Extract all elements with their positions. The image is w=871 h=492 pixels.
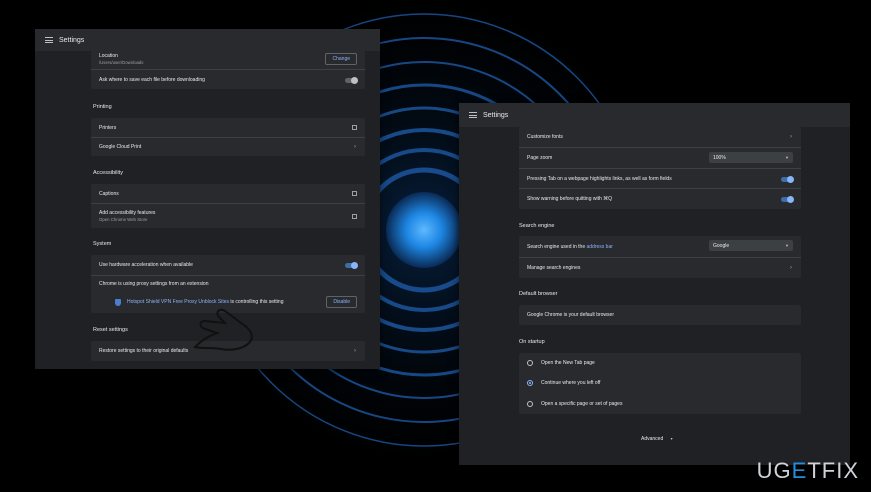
address-bar-link[interactable]: address bar (587, 244, 613, 250)
hw-accel-label: Use hardware acceleration when available (99, 262, 193, 268)
titlebar: Settings (35, 29, 380, 51)
search-engine-value: Google (713, 242, 730, 249)
system-heading: System (93, 241, 112, 247)
quit-warning-label: Show warning before quitting with ⌘Q (527, 196, 613, 202)
chevron-right-icon: › (790, 134, 792, 140)
search-engine-card: Search engine used in the address bar Go… (519, 236, 801, 278)
on-startup-heading: On startup (519, 339, 545, 345)
captions-row[interactable]: Captions (91, 184, 365, 203)
location-label: Location (99, 53, 118, 59)
disable-button[interactable]: Disable (326, 296, 357, 308)
proxy-row: Chrome is using proxy settings from an e… (91, 275, 365, 291)
location-row: Location /Users/user/Downloads Change (91, 49, 365, 69)
menu-icon[interactable] (469, 111, 477, 120)
on-startup-card: Open the New Tab page Continue where you… (519, 353, 801, 414)
cloud-print-label: Google Cloud Print (99, 144, 142, 150)
proxy-label: Chrome is using proxy settings from an e… (99, 280, 209, 287)
dropdown-arrow-icon: ▼ (785, 155, 789, 160)
window-title: Settings (59, 36, 85, 44)
customize-fonts-row[interactable]: Customize fonts › (519, 127, 801, 147)
default-browser-heading: Default browser (519, 291, 558, 297)
location-path: /Users/user/Downloads (99, 60, 144, 65)
reset-heading: Reset settings (93, 327, 128, 333)
radio-button[interactable] (527, 360, 533, 366)
search-engine-select[interactable]: Google ▼ (709, 240, 793, 251)
add-features-label: Add accessibility features (99, 210, 156, 216)
settings-window-right: Settings Customize fonts › Page zoom 100… (459, 103, 850, 465)
advanced-toggle[interactable]: Advanced ▾ (641, 436, 673, 442)
external-link-icon (352, 214, 357, 219)
startup-option-label: Open the New Tab page (541, 360, 595, 366)
manage-engines-label: Manage search engines (527, 265, 581, 271)
hw-accel-toggle[interactable] (345, 262, 358, 269)
radio-button-selected[interactable] (527, 380, 533, 386)
add-features-sub: Open Chrome Web Store (99, 217, 148, 222)
accessibility-card: Captions Add accessibility features Open… (91, 184, 365, 228)
add-features-row[interactable]: Add accessibility features Open Chrome W… (91, 203, 365, 228)
default-browser-status: Google Chrome is your default browser (527, 312, 614, 318)
default-browser-row: Google Chrome is your default browser (519, 305, 801, 325)
settings-window-left: Settings Location /Users/user/Downloads … (35, 29, 380, 369)
watermark-left: UG (756, 458, 792, 483)
dropdown-arrow-icon: ▼ (785, 243, 789, 248)
search-engine-row: Search engine used in the address bar Go… (519, 236, 801, 257)
manage-engines-row[interactable]: Manage search engines › (519, 257, 801, 278)
radio-button[interactable] (527, 400, 533, 407)
menu-icon[interactable] (45, 36, 53, 45)
titlebar: Settings (459, 103, 850, 127)
ask-save-label: Ask where to save each file before downl… (99, 76, 205, 83)
tab-highlight-label: Pressing Tab on a webpage highlights lin… (527, 175, 672, 182)
ask-save-row[interactable]: Ask where to save each file before downl… (91, 69, 365, 89)
printing-heading: Printing (93, 104, 112, 110)
cloud-print-row[interactable]: Google Cloud Print › (91, 137, 365, 156)
printers-label: Printers (99, 124, 117, 131)
window-title: Settings (483, 111, 509, 119)
startup-option-row[interactable]: Open a specific page or set of pages (519, 393, 801, 414)
page-zoom-value: 100% (713, 154, 726, 161)
shield-icon (115, 298, 121, 306)
printers-row[interactable]: Printers (91, 118, 365, 137)
search-engine-prefix: Search engine used in the (527, 243, 587, 250)
page-zoom-label: Page zoom (527, 155, 553, 161)
quit-warning-toggle[interactable] (781, 196, 794, 203)
watermark-right: TFIX (807, 458, 859, 483)
startup-option-row[interactable]: Continue where you left off (519, 373, 801, 393)
startup-option-label: Continue where you left off (541, 380, 601, 386)
captions-label: Captions (99, 190, 119, 197)
advanced-label: Advanced (641, 436, 664, 442)
search-engine-heading: Search engine (519, 223, 555, 229)
external-link-icon (352, 125, 357, 130)
chevron-right-icon: › (354, 348, 356, 354)
downloads-card: Location /Users/user/Downloads Change As… (91, 49, 365, 89)
tab-highlight-toggle[interactable] (781, 176, 794, 183)
tab-highlight-row[interactable]: Pressing Tab on a webpage highlights lin… (519, 168, 801, 188)
page-zoom-row: Page zoom 100% ▼ (519, 147, 801, 168)
customize-fonts-label: Customize fonts (527, 134, 563, 140)
chevron-right-icon: › (354, 144, 356, 150)
accessibility-heading: Accessibility (93, 170, 123, 176)
hw-accel-row[interactable]: Use hardware acceleration when available (91, 255, 365, 275)
chevron-down-icon: ▾ (670, 436, 673, 441)
printing-card: Printers Google Cloud Print › (91, 118, 365, 156)
watermark-logo: UGETFIX (757, 458, 859, 484)
startup-option-label: Open a specific page or set of pages (541, 400, 623, 407)
restore-label: Restore settings to their original defau… (99, 348, 189, 354)
ask-save-toggle[interactable] (345, 77, 358, 84)
hand-pointer-icon (193, 308, 253, 351)
appearance-card: Customize fonts › Page zoom 100% ▼ Press… (519, 127, 801, 209)
page-zoom-select[interactable]: 100% ▼ (709, 152, 793, 163)
change-button[interactable]: Change (325, 53, 357, 65)
quit-warning-row[interactable]: Show warning before quitting with ⌘Q (519, 188, 801, 209)
watermark-mid: E (791, 458, 808, 483)
startup-option-row[interactable]: Open the New Tab page (519, 353, 801, 373)
external-link-icon (352, 191, 357, 196)
default-browser-card: Google Chrome is your default browser (519, 305, 801, 325)
chevron-right-icon: › (790, 265, 792, 271)
